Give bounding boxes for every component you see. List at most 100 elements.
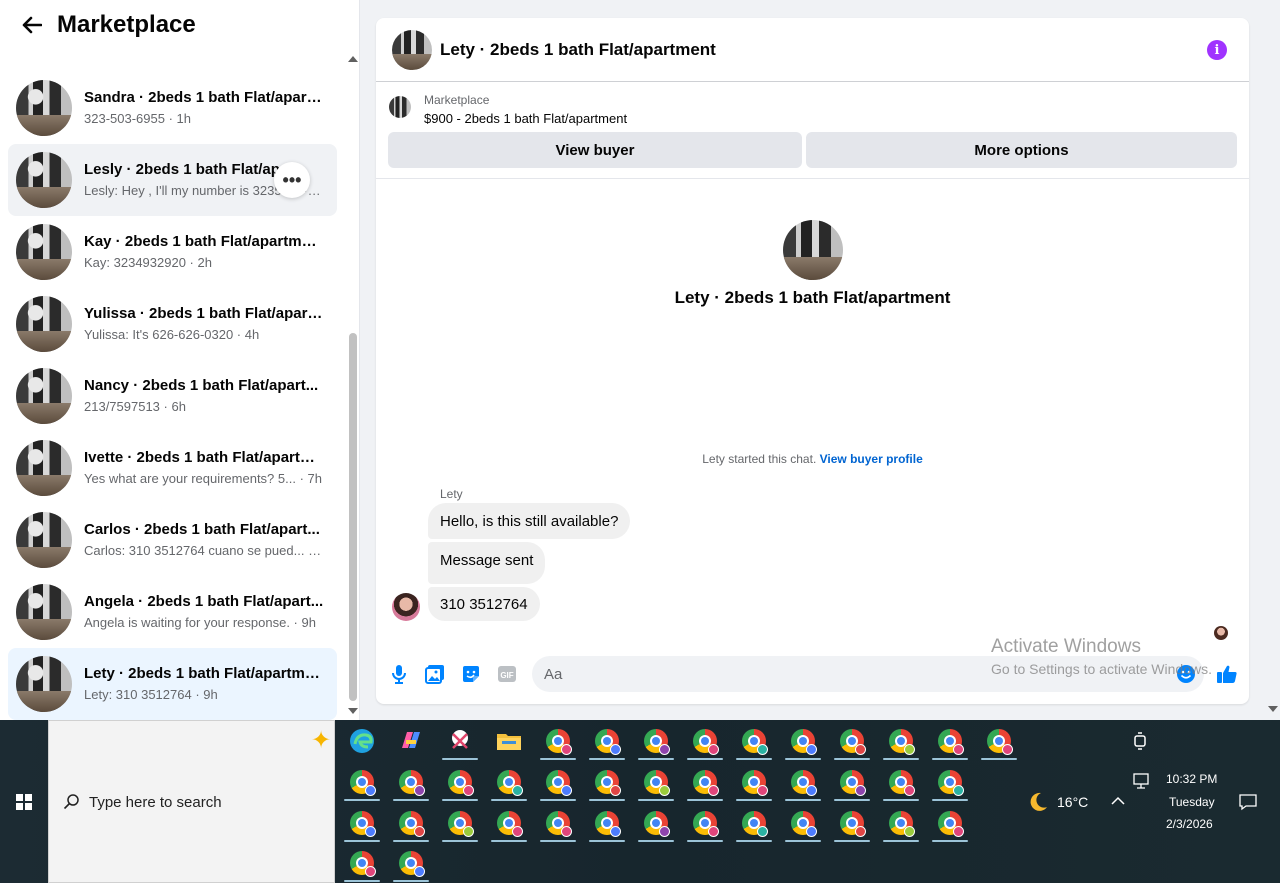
microphone-icon[interactable] xyxy=(389,664,409,684)
chrome-icon[interactable] xyxy=(930,804,970,842)
chrome-icon[interactable] xyxy=(440,804,480,842)
chrome-icon[interactable] xyxy=(832,804,872,842)
notification-icon[interactable] xyxy=(1238,792,1258,817)
chrome-icon[interactable] xyxy=(342,844,382,882)
snipping-tool-icon[interactable] xyxy=(440,722,480,760)
chrome-icon[interactable] xyxy=(881,722,921,760)
message-bubble[interactable]: Hello, is this still available? xyxy=(428,503,631,539)
chrome-icon[interactable] xyxy=(636,722,676,760)
chrome-icon[interactable] xyxy=(832,763,872,801)
file-explorer-icon[interactable] xyxy=(489,722,529,760)
chrome-icon[interactable] xyxy=(538,722,578,760)
chrome-icon[interactable] xyxy=(881,804,921,842)
sticker-icon[interactable] xyxy=(461,664,481,684)
page-scrollbar[interactable] xyxy=(1266,0,1280,720)
chrome-icon[interactable] xyxy=(685,804,725,842)
more-options-button[interactable]: More options xyxy=(806,132,1237,168)
conversation-item-lety[interactable]: Lety · 2beds 1 bath Flat/apartment Lety: … xyxy=(8,648,337,720)
chrome-icon[interactable] xyxy=(783,763,823,801)
running-indicator xyxy=(393,880,429,882)
chrome-icon[interactable] xyxy=(587,804,627,842)
listing-thumbnail[interactable] xyxy=(389,96,411,118)
chrome-icon[interactable] xyxy=(930,763,970,801)
chrome-icon[interactable] xyxy=(587,763,627,801)
taskbar-search[interactable]: Type here to search ✦ xyxy=(48,720,335,883)
chrome-icon[interactable] xyxy=(587,722,627,760)
photo-icon[interactable] xyxy=(425,664,445,684)
scroll-up-icon[interactable] xyxy=(348,56,358,62)
running-indicator xyxy=(736,840,772,842)
sender-avatar[interactable] xyxy=(392,593,420,621)
view-buyer-profile-link[interactable]: View buyer profile xyxy=(820,452,923,466)
chrome-icon[interactable] xyxy=(342,804,382,842)
conversation-item-yulissa[interactable]: Yulissa · 2beds 1 bath Flat/apart... Yuli… xyxy=(8,288,337,360)
running-indicator xyxy=(638,758,674,760)
chrome-icon[interactable] xyxy=(832,722,872,760)
chrome-icon[interactable] xyxy=(391,804,431,842)
windows-logo-icon xyxy=(16,793,32,810)
emoji-icon[interactable] xyxy=(1176,664,1196,684)
clock-time[interactable]: 10:32 PM xyxy=(1166,772,1217,786)
running-indicator xyxy=(638,840,674,842)
running-indicator xyxy=(344,880,380,882)
chrome-icon[interactable] xyxy=(881,763,921,801)
running-indicator xyxy=(540,840,576,842)
chrome-icon[interactable] xyxy=(440,763,480,801)
view-buyer-button[interactable]: View buyer xyxy=(388,132,802,168)
conversation-item-sandra[interactable]: Sandra · 2beds 1 bath Flat/apart... 323-5… xyxy=(8,72,337,144)
chrome-icon[interactable] xyxy=(342,763,382,801)
chrome-icon[interactable] xyxy=(685,722,725,760)
start-button[interactable] xyxy=(0,720,48,883)
thumbs-up-icon[interactable] xyxy=(1216,664,1237,684)
conversation-more-button[interactable]: ••• xyxy=(274,162,310,198)
chrome-icon[interactable] xyxy=(734,763,774,801)
message-bubble[interactable]: Message sent xyxy=(428,542,546,584)
conversation-item-kay[interactable]: Kay · 2beds 1 bath Flat/apartment Kay: 32… xyxy=(8,216,337,288)
message-bubble[interactable]: 310 3512764 xyxy=(428,587,540,621)
chrome-icon[interactable] xyxy=(391,763,431,801)
chevron-up-icon[interactable] xyxy=(1110,794,1126,812)
chrome-icon[interactable] xyxy=(783,722,823,760)
chat-title[interactable]: Lety · 2beds 1 bath Flat/apartment xyxy=(440,40,716,60)
weather-moon-icon[interactable] xyxy=(1026,790,1050,819)
copilot-sparkle-icon[interactable]: ✦ xyxy=(311,726,331,755)
chrome-icon[interactable] xyxy=(538,763,578,801)
conversation-item-nancy[interactable]: Nancy · 2beds 1 bath Flat/apart... 213/75… xyxy=(8,360,337,432)
chat-avatar[interactable] xyxy=(392,29,432,70)
copilot-icon[interactable] xyxy=(391,722,431,760)
message-input[interactable]: Aa xyxy=(532,656,1204,692)
scroll-down-icon[interactable] xyxy=(348,708,358,714)
scroll-down-icon[interactable] xyxy=(1268,706,1278,712)
conversation-item-lesly[interactable]: Lesly · 2beds 1 bath Flat/apar... Lesly: … xyxy=(8,144,337,216)
conversation-preview: Yes what are your requirements? 5... · 7… xyxy=(84,471,322,486)
chrome-icon[interactable] xyxy=(538,804,578,842)
back-arrow-icon[interactable] xyxy=(20,13,44,37)
chrome-icon[interactable] xyxy=(489,804,529,842)
chrome-icon[interactable] xyxy=(636,763,676,801)
chrome-icon[interactable] xyxy=(783,804,823,842)
gif-icon[interactable]: GIF xyxy=(497,664,517,684)
conversation-item-angela[interactable]: Angela · 2beds 1 bath Flat/apart... Angel… xyxy=(8,576,337,648)
chrome-icon[interactable] xyxy=(734,804,774,842)
chrome-icon[interactable] xyxy=(636,804,676,842)
chrome-icon[interactable] xyxy=(930,722,970,760)
sidebar-scrollbar[interactable] xyxy=(346,50,359,720)
chrome-icon[interactable] xyxy=(979,722,1019,760)
task-view-icon[interactable] xyxy=(1130,730,1152,757)
clock-day[interactable]: Tuesday xyxy=(1169,795,1215,809)
listing-source: Marketplace xyxy=(424,93,490,107)
chrome-icon[interactable] xyxy=(489,763,529,801)
chrome-icon[interactable] xyxy=(685,763,725,801)
network-icon[interactable] xyxy=(1132,772,1152,795)
info-icon[interactable]: i xyxy=(1207,40,1227,60)
clock-date[interactable]: 2/3/2026 xyxy=(1166,817,1213,831)
running-indicator xyxy=(785,799,821,801)
scrollbar-thumb[interactable] xyxy=(349,333,357,701)
conversation-item-ivette[interactable]: Ivette · 2beds 1 bath Flat/apartm... Yes … xyxy=(8,432,337,504)
chrome-icon[interactable] xyxy=(391,844,431,882)
listing-price[interactable]: $900 - 2beds 1 bath Flat/apartment xyxy=(424,111,627,126)
chrome-icon[interactable] xyxy=(734,722,774,760)
conversation-item-carlos[interactable]: Carlos · 2beds 1 bath Flat/apart... Carlo… xyxy=(8,504,337,576)
weather-temperature[interactable]: 16°C xyxy=(1057,794,1088,810)
edge-icon[interactable] xyxy=(342,722,382,760)
